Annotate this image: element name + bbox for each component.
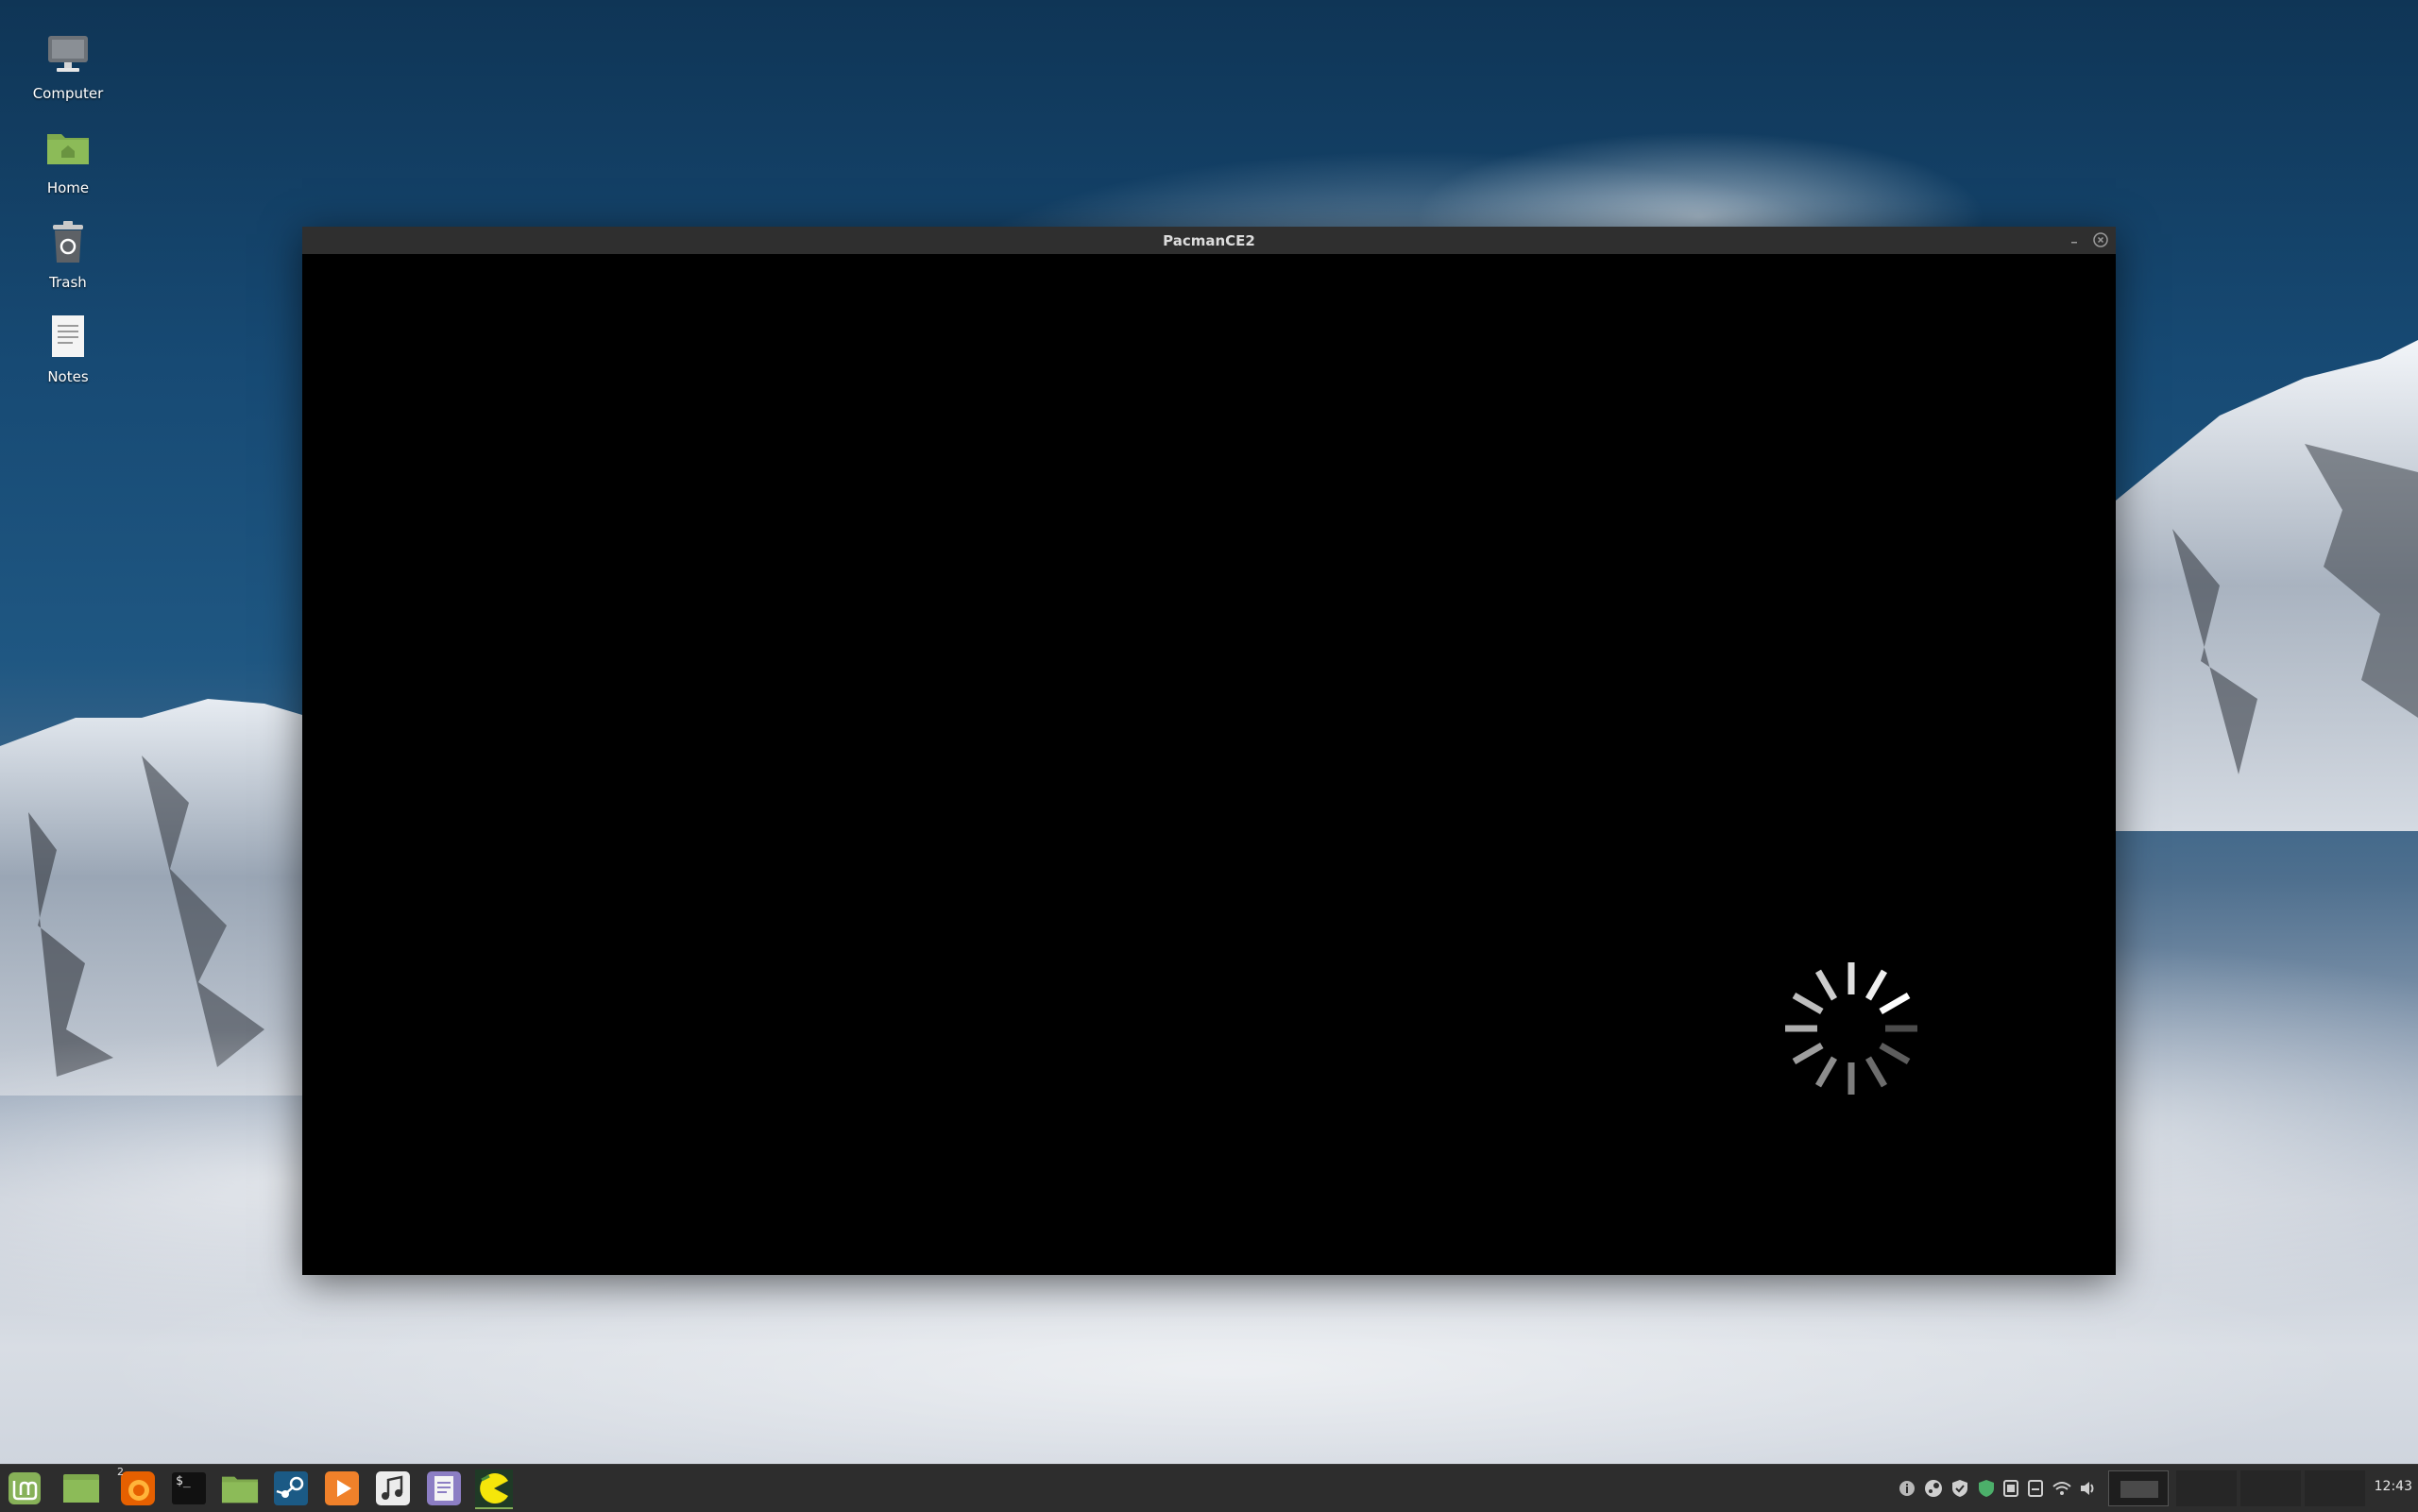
- close-icon[interactable]: [2093, 232, 2108, 247]
- desktop: Computer Home Trash Notes PacmanCE2: [0, 0, 2418, 1464]
- terminal-icon: $_: [172, 1472, 206, 1504]
- show-desktop-icon: [63, 1474, 99, 1503]
- wifi-icon[interactable]: [2052, 1478, 2072, 1499]
- window-title: PacmanCE2: [1163, 231, 1255, 249]
- show-desktop-button[interactable]: [62, 1470, 100, 1507]
- desktop-icon-label: Notes: [47, 368, 89, 385]
- workspace-switcher-1[interactable]: [2108, 1470, 2169, 1506]
- play-icon: [325, 1471, 359, 1505]
- desktop-icon-notes[interactable]: Notes: [21, 310, 115, 385]
- update-icon[interactable]: [1976, 1478, 1997, 1499]
- keyboard-icon[interactable]: [2025, 1478, 2046, 1499]
- shield-icon[interactable]: [1950, 1478, 1970, 1499]
- workspace-switcher-2[interactable]: [2176, 1470, 2237, 1506]
- computer-icon: [42, 26, 94, 79]
- spinner-spoke: [1814, 969, 1838, 1001]
- pacman-icon: [480, 1473, 508, 1504]
- taskbar: 2 $_ 12:43: [0, 1464, 2418, 1512]
- desktop-icon-home[interactable]: Home: [21, 121, 115, 196]
- music-note-icon: [376, 1471, 410, 1505]
- loading-spinner-icon: [1785, 962, 1917, 1095]
- workspace-switcher-3[interactable]: [2240, 1470, 2301, 1506]
- firefox-icon: [121, 1471, 155, 1505]
- home-folder-icon: [42, 121, 94, 174]
- workspace-switcher-4[interactable]: [2305, 1470, 2365, 1506]
- spinner-spoke: [1792, 992, 1824, 1015]
- desktop-icon-trash[interactable]: Trash: [21, 215, 115, 291]
- spinner-spoke: [1792, 1042, 1824, 1065]
- spinner-spoke: [1879, 1042, 1911, 1065]
- linux-mint-icon: [9, 1472, 41, 1504]
- minimize-icon[interactable]: [2067, 232, 2082, 247]
- spinner-spoke: [1879, 992, 1911, 1015]
- desktop-icon-label: Computer: [32, 85, 104, 102]
- steam-icon: [274, 1471, 308, 1505]
- steam-launcher[interactable]: [272, 1470, 310, 1507]
- terminal-launcher[interactable]: $_: [170, 1470, 208, 1507]
- music-launcher[interactable]: [374, 1470, 412, 1507]
- folder-icon: [221, 1476, 259, 1504]
- desktop-icon-computer[interactable]: Computer: [21, 26, 115, 102]
- text-editor-launcher[interactable]: [425, 1470, 463, 1507]
- spinner-spoke: [1865, 1056, 1888, 1088]
- media-player-launcher[interactable]: [323, 1470, 361, 1507]
- files-launcher[interactable]: [221, 1470, 259, 1507]
- spinner-spoke: [1865, 969, 1888, 1001]
- pacman-launcher[interactable]: [475, 1470, 513, 1509]
- app-window: PacmanCE2: [302, 227, 2116, 1275]
- text-editor-icon: [427, 1471, 461, 1505]
- clipboard-icon[interactable]: [2001, 1478, 2021, 1499]
- window-titlebar[interactable]: PacmanCE2: [302, 227, 2116, 254]
- steam-tray-icon[interactable]: [1923, 1478, 1944, 1499]
- text-document-icon: [42, 310, 94, 363]
- desktop-icon-label: Home: [46, 179, 90, 196]
- game-viewport[interactable]: [302, 254, 2116, 1275]
- desktop-icon-label: Trash: [49, 274, 87, 291]
- volume-icon[interactable]: [2078, 1478, 2099, 1499]
- info-icon[interactable]: [1897, 1478, 1917, 1499]
- firefox-launcher[interactable]: 2: [117, 1466, 157, 1507]
- mint-menu-button[interactable]: [6, 1470, 43, 1507]
- clock[interactable]: 12:43: [2375, 1479, 2412, 1494]
- spinner-spoke: [1814, 1056, 1838, 1088]
- trash-icon: [42, 215, 94, 268]
- window-count-badge: 2: [117, 1466, 124, 1478]
